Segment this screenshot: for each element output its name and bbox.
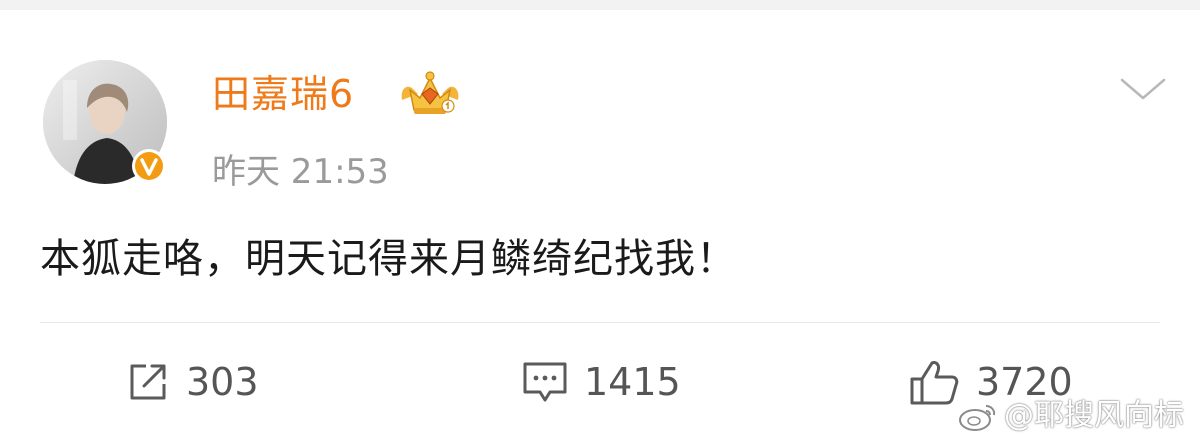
top-separator	[0, 0, 1200, 10]
repost-count: 303	[186, 360, 259, 404]
author-avatar-container[interactable]	[43, 60, 167, 184]
comment-button[interactable]: 1415	[520, 352, 681, 412]
repost-icon	[130, 364, 166, 400]
divider	[40, 322, 1160, 323]
verified-v-badge-icon	[131, 148, 167, 184]
comment-count: 1415	[584, 360, 681, 404]
weibo-logo-icon	[959, 405, 996, 431]
post-content: 本狐走咯，明天记得来月鳞绮纪找我！	[40, 236, 737, 282]
watermark: @耶搜风向标	[958, 396, 1184, 436]
comment-icon	[523, 362, 567, 402]
like-icon	[910, 361, 959, 405]
crown-icon[interactable]	[398, 70, 462, 120]
repost-button[interactable]: 303	[124, 352, 259, 412]
post-timestamp: 昨天 21:53	[212, 152, 389, 192]
chevron-down-icon[interactable]	[1118, 74, 1168, 104]
author-name[interactable]: 田嘉瑞6	[212, 70, 354, 118]
watermark-text: @耶搜风向标	[1004, 398, 1184, 433]
weibo-post-card: 田嘉瑞6 昨天 21:53 本狐走咯，明天记得来月鳞绮纪找我！ 303 1415…	[0, 0, 1200, 445]
